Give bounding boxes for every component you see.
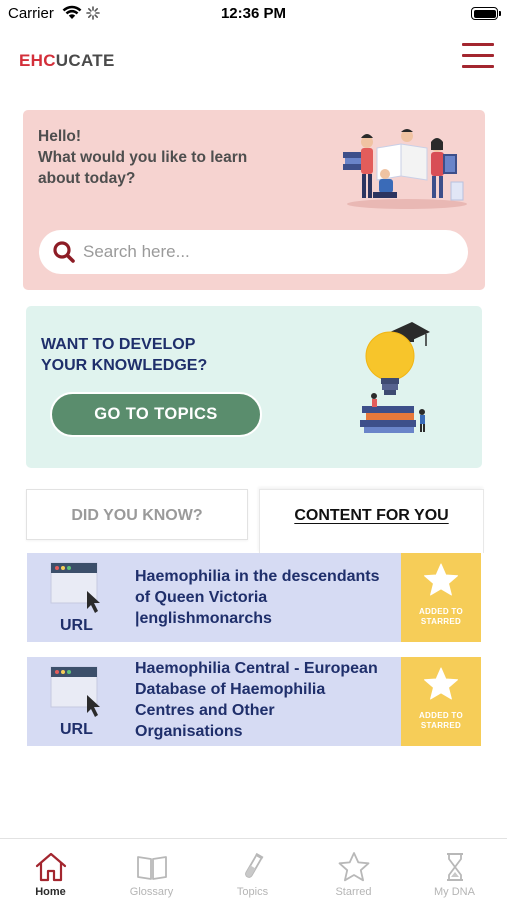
greeting-question: What would you like to learn about today… [38, 149, 248, 187]
nav-home[interactable]: Home [0, 839, 101, 900]
tab-did-you-know[interactable]: DID YOU KNOW? [26, 489, 248, 540]
people-reading-illustration [339, 120, 469, 217]
browser-window-icon [49, 665, 107, 724]
star-icon [423, 667, 459, 706]
starred-status-label: ADDED TO STARRED [418, 711, 464, 730]
nav-my-dna-label: My DNA [434, 886, 475, 898]
develop-title-line2: YOUR KNOWLEDGE? [41, 357, 208, 374]
home-icon [34, 851, 68, 883]
search-bar[interactable] [39, 230, 468, 274]
lightbulb-graduation-illustration [356, 318, 436, 443]
battery-icon [471, 7, 501, 20]
book-icon [135, 851, 169, 883]
bottom-tab-bar: Home Glossary Topics Starred My DNA [0, 838, 507, 900]
nav-home-label: Home [35, 886, 66, 898]
greeting-text: Hello! What would you like to learn abou… [38, 126, 268, 189]
content-title: Haemophilia in the descendants of Queen … [135, 568, 380, 627]
develop-title: WANT TO DEVELOP YOUR KNOWLEDGE? [41, 334, 301, 376]
go-to-topics-button[interactable]: GO TO TOPICS [50, 392, 262, 437]
flask-icon [236, 851, 270, 883]
nav-glossary[interactable]: Glossary [101, 839, 202, 900]
star-icon [423, 563, 459, 602]
content-card[interactable]: URL Haemophilia Central - European Datab… [27, 657, 481, 746]
tab-content-for-you[interactable]: CONTENT FOR YOU [259, 489, 484, 553]
content-type-label: URL [60, 617, 93, 634]
starred-toggle[interactable]: ADDED TO STARRED [401, 657, 481, 746]
starred-toggle[interactable]: ADDED TO STARRED [401, 553, 481, 642]
browser-window-icon [49, 561, 107, 620]
logo-part-ehc: EHC [19, 51, 56, 70]
nav-starred-label: Starred [335, 886, 372, 898]
search-input[interactable] [83, 238, 453, 266]
status-bar: Carrier 12:36 PM [0, 0, 507, 30]
content-type-label: URL [60, 721, 93, 738]
content-title: Haemophilia Central - European Database … [135, 660, 378, 740]
nav-topics-label: Topics [236, 886, 269, 898]
greeting-hello: Hello! [38, 128, 82, 145]
search-icon [52, 240, 76, 269]
app-logo: EHCUCATE [19, 51, 115, 71]
develop-knowledge-card: WANT TO DEVELOP YOUR KNOWLEDGE? GO TO TO… [26, 306, 482, 468]
clock: 12:36 PM [220, 5, 287, 22]
starred-status-label: ADDED TO STARRED [418, 607, 464, 626]
tab-content-for-you-label: CONTENT FOR YOU [294, 507, 449, 524]
nav-starred[interactable]: Starred [303, 839, 404, 900]
star-icon [337, 851, 371, 883]
greeting-card: Hello! What would you like to learn abou… [23, 110, 485, 290]
nav-glossary-label: Glossary [129, 886, 174, 898]
content-card[interactable]: URL Haemophilia in the descendants of Qu… [27, 553, 481, 642]
nav-topics[interactable]: Topics [202, 839, 303, 900]
develop-title-line1: WANT TO DEVELOP [41, 336, 196, 353]
logo-part-ucate: UCATE [55, 51, 115, 70]
hourglass-icon [438, 851, 472, 883]
tab-did-you-know-label: DID YOU KNOW? [71, 507, 203, 524]
hamburger-icon[interactable] [462, 43, 494, 69]
nav-my-dna[interactable]: My DNA [404, 839, 505, 900]
